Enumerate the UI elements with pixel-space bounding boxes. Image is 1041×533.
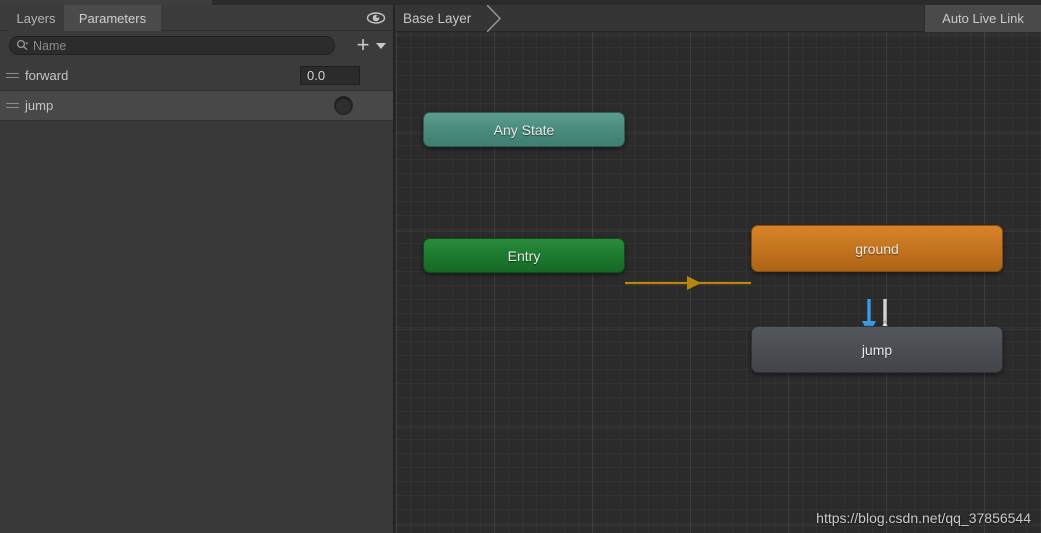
node-ground[interactable]: ground <box>751 225 1003 272</box>
drag-handle-icon[interactable] <box>6 103 19 109</box>
node-entry[interactable]: Entry <box>423 238 625 273</box>
watermark-url: https://blog.csdn.net/qq_37856544 <box>816 510 1031 526</box>
graph-grid-canvas[interactable] <box>395 32 1041 533</box>
parameter-name: jump <box>25 98 54 113</box>
parameter-row-forward[interactable]: forward 0.0 <box>0 61 393 91</box>
auto-live-link-button[interactable]: Auto Live Link <box>924 5 1041 32</box>
parameter-trigger-toggle[interactable] <box>334 96 353 115</box>
breadcrumb-chevron-icon <box>486 5 503 33</box>
eye-icon[interactable] <box>365 9 387 27</box>
node-label: Any State <box>493 121 555 138</box>
parameter-search-row: + <box>0 31 393 61</box>
node-jump[interactable]: jump <box>751 326 1003 373</box>
left-panel: Layers Parameters Name + forward 0.0 jum… <box>0 5 393 533</box>
graph-toolbar: Base Layer Auto Live Link <box>395 5 1041 33</box>
breadcrumb-base-layer[interactable]: Base Layer <box>395 5 471 32</box>
node-label: ground <box>855 240 899 257</box>
drag-handle-icon[interactable] <box>6 73 19 79</box>
parameter-row-jump[interactable]: jump <box>0 91 393 121</box>
node-label: Entry <box>507 247 541 264</box>
search-box[interactable] <box>9 36 335 55</box>
graph-panel: Base Layer Auto Live Link Any State Entr… <box>395 5 1041 533</box>
add-parameter-button[interactable]: + <box>352 34 374 56</box>
node-any-state[interactable]: Any State <box>423 112 625 147</box>
chevron-down-icon[interactable] <box>376 43 386 49</box>
node-label: jump <box>861 341 893 358</box>
tab-layers[interactable]: Layers <box>8 5 64 31</box>
tab-parameters[interactable]: Parameters <box>64 5 161 31</box>
breadcrumb-label: Base Layer <box>403 11 472 26</box>
search-input[interactable] <box>33 38 313 53</box>
left-panel-tabbar: Layers Parameters <box>0 5 393 31</box>
search-icon <box>16 39 29 52</box>
parameter-value-field[interactable]: 0.0 <box>300 66 360 85</box>
left-panel-empty-area <box>0 122 393 533</box>
parameter-list: forward 0.0 jump <box>0 61 393 121</box>
parameter-name: forward <box>25 68 69 83</box>
animator-window: Layers Parameters Name + forward 0.0 jum… <box>0 0 1041 533</box>
